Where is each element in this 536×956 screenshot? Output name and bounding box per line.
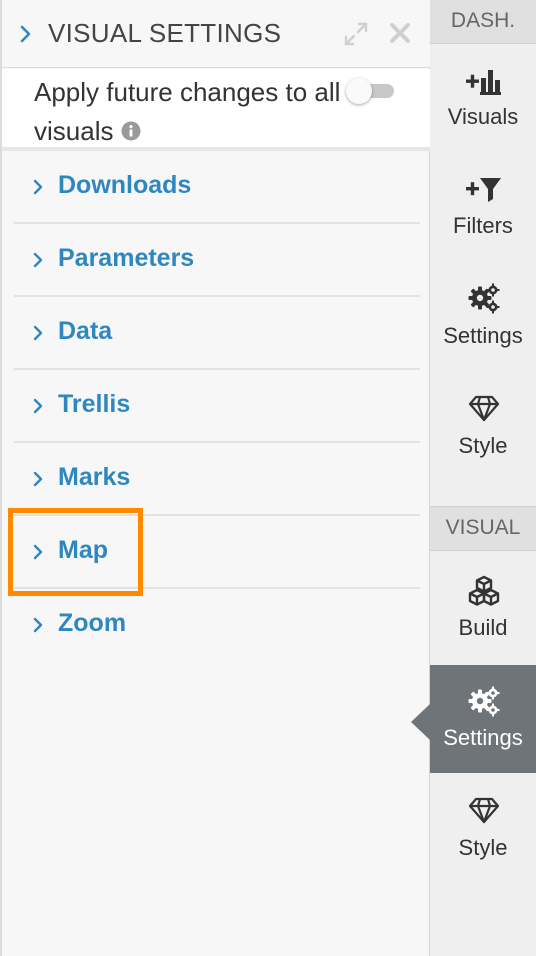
chevron-right-icon[interactable] [19,22,33,46]
rail-section-visual: VISUAL [430,506,536,551]
accordion-label: Marks [58,463,131,491]
accordion-item-data[interactable]: Data [14,297,420,370]
rail-item-filters[interactable]: Filters [430,152,536,260]
chevron-right-icon [33,617,43,633]
chevron-right-icon [33,398,43,414]
add-visual-icon [466,70,501,95]
accordion-item-zoom[interactable]: Zoom [14,589,420,662]
apply-future-changes-row: Apply future changes to all visuals [2,69,430,151]
rail-section-dash: DASH. [430,0,536,44]
rail-item-visual-style[interactable]: Style [430,774,536,882]
apply-future-changes-text: Apply future changes to all visuals [34,73,344,151]
rail-item-visual-settings[interactable]: Settings [430,665,536,773]
chevron-right-icon [33,179,43,195]
rail-item-dash-style[interactable]: Style [430,372,536,480]
chevron-right-icon [33,471,43,487]
active-tab-pointer [411,704,430,740]
rail-section-label: VISUAL [445,516,521,539]
cubes-icon [468,575,500,606]
gears-icon [468,686,500,717]
chevron-right-icon [33,325,43,341]
toggle-knob [346,78,372,104]
close-icon[interactable] [387,20,413,46]
rail-item-dash-settings[interactable]: Settings [430,262,536,370]
rail-label: Style [458,433,508,458]
accordion-label: Data [58,317,113,345]
visual-settings-panel: VISUAL SETTINGS Apply future changes to … [0,0,430,956]
rail-label: Visuals [447,104,519,129]
chevron-right-icon [33,544,43,560]
rail-label: Style [458,835,508,860]
accordion-label: Trellis [58,390,131,418]
apply-future-changes-toggle[interactable] [346,78,394,104]
info-icon[interactable] [121,121,141,141]
diamond-icon [468,395,500,422]
rail-item-visuals[interactable]: Visuals [430,44,536,152]
rail-item-build[interactable]: Build [430,551,536,659]
panel-header: VISUAL SETTINGS [2,0,430,68]
accordion-item-downloads[interactable]: Downloads [14,151,420,224]
settings-accordion: Downloads Parameters Data Trellis Marks … [14,151,420,662]
panel-title: VISUAL SETTINGS [48,18,282,48]
accordion-label: Zoom [58,609,127,637]
rail-label: Filters [453,213,513,238]
expand-arrows-icon[interactable] [342,20,370,48]
add-filter-icon [466,178,501,202]
accordion-item-marks[interactable]: Marks [14,443,420,516]
rail-label: Settings [443,725,523,750]
accordion-item-trellis[interactable]: Trellis [14,370,420,443]
rail-section-label: DASH. [450,9,516,32]
accordion-item-map[interactable]: Map [14,516,420,589]
rail-label: Settings [443,323,523,348]
right-rail: DASH. Visuals Filters Settings Style VIS… [430,0,536,956]
rail-label: Build [458,615,508,640]
accordion-label: Downloads [58,171,192,199]
accordion-item-parameters[interactable]: Parameters [14,224,420,297]
apply-future-changes-label: Apply future changes to all visuals [34,77,341,146]
accordion-label: Map [58,536,108,564]
chevron-right-icon [33,252,43,268]
accordion-label: Parameters [58,244,195,272]
gears-icon [468,283,500,314]
diamond-icon [468,797,500,824]
